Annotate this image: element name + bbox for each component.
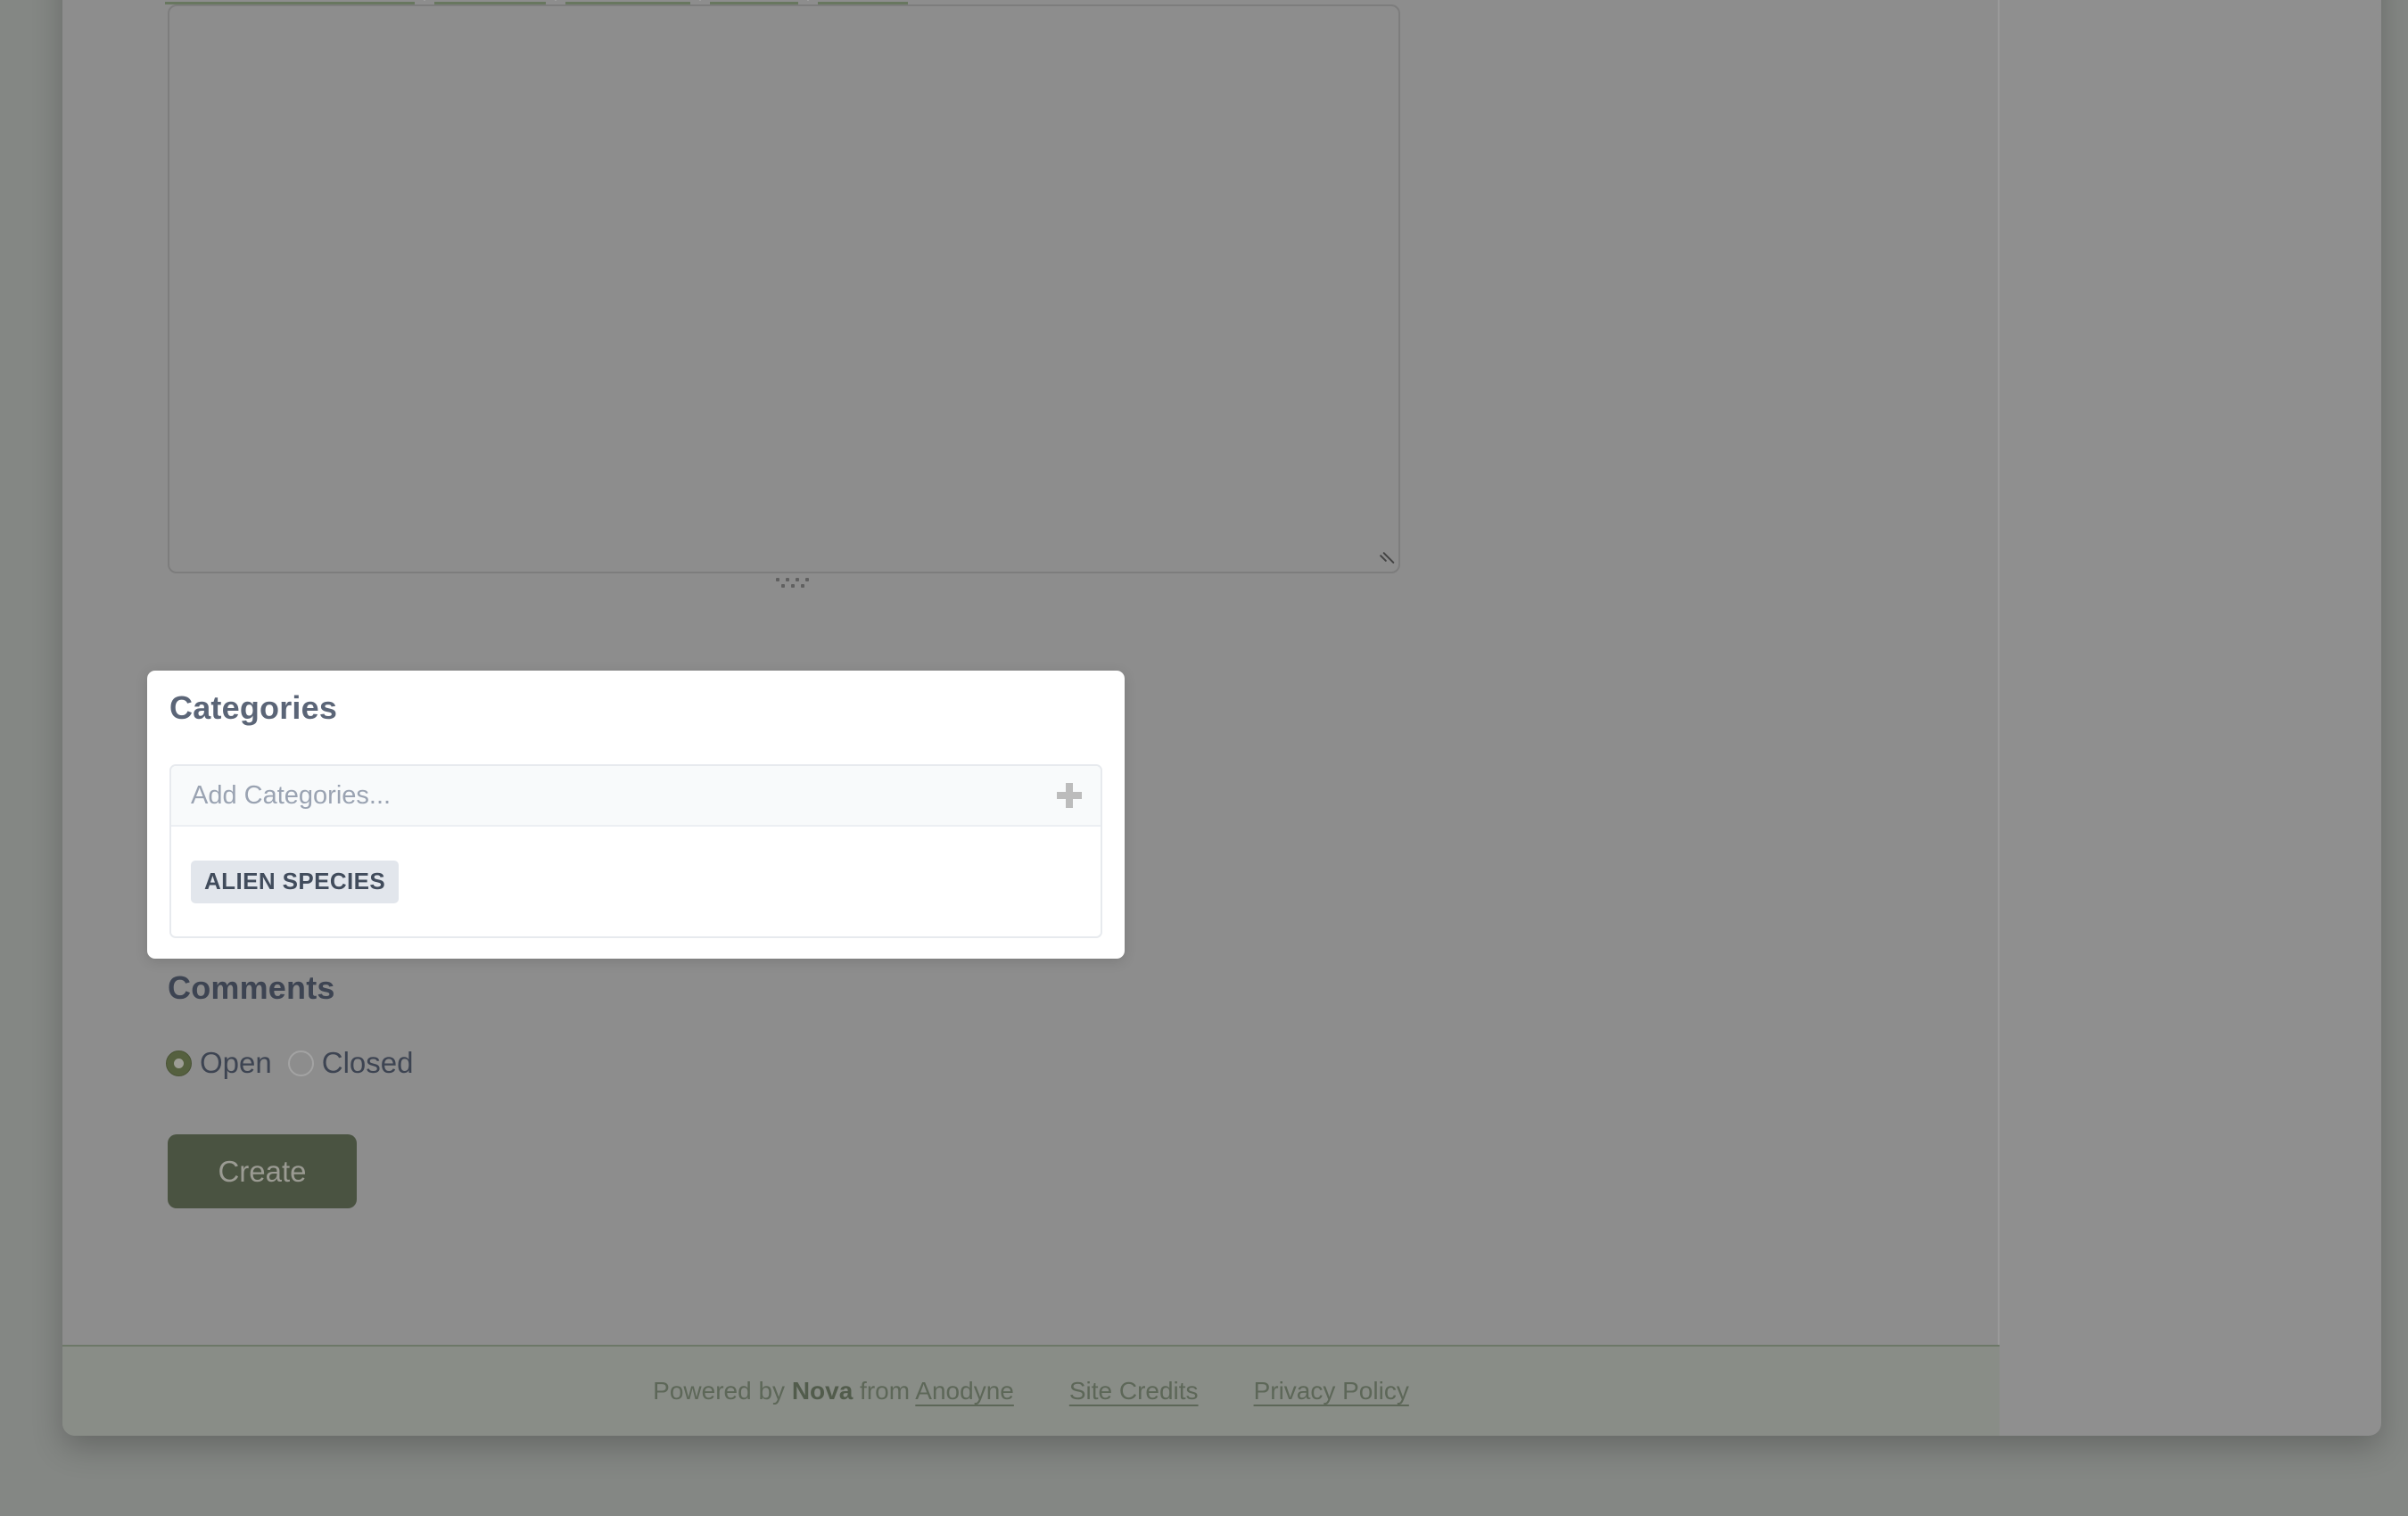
radio-option-closed[interactable]: Closed <box>287 1046 430 1080</box>
insert-image-icon[interactable] <box>722 0 753 3</box>
insert-link-icon[interactable] <box>755 0 786 3</box>
categories-panel-title: Categories <box>169 689 338 726</box>
site-page-shell: H1 H2 H3 H4 H5 H6 ¶ B I S <box>62 0 2381 1436</box>
create-button[interactable]: Create <box>168 1134 357 1208</box>
radio-closed-label: Closed <box>321 1046 414 1079</box>
add-categories-input[interactable] <box>171 780 1038 811</box>
site-footer: Powered by Nova from Anodyne Site Credit… <box>62 1345 2000 1436</box>
numbered-list-icon[interactable]: 1 2 3 <box>613 0 645 2</box>
toolbar-divider <box>555 0 557 1</box>
site-credits-link[interactable]: Site Credits <box>1069 1377 1199 1405</box>
powered-by-text: Powered by Nova from Anodyne <box>653 1377 1014 1405</box>
horizontal-rule-icon[interactable] <box>647 0 678 2</box>
powered-by-prefix: Powered by <box>653 1377 792 1405</box>
body-textarea[interactable] <box>168 4 1400 573</box>
categories-field-box: ALIEN SPECIES <box>169 764 1102 938</box>
radio-option-open[interactable]: Open <box>166 1046 288 1080</box>
category-chip[interactable]: ALIEN SPECIES <box>191 860 400 903</box>
plus-icon[interactable] <box>1038 780 1101 811</box>
comments-radio-group: Open Closed <box>166 1046 429 1080</box>
brand-name: Nova <box>791 1377 854 1405</box>
categories-panel: Categories ALIEN SPECIES <box>147 671 1125 959</box>
editor-drag-handle-icon[interactable] <box>776 578 815 589</box>
body-resize-handle-icon[interactable] <box>1374 548 1394 568</box>
bullet-list-icon[interactable] <box>578 0 610 2</box>
toolbar-divider <box>699 0 702 1</box>
selected-categories-list: ALIEN SPECIES <box>171 827 1101 936</box>
radio-open-label: Open <box>200 1046 272 1079</box>
comments-heading: Comments <box>168 969 335 1006</box>
add-categories-row <box>171 766 1101 827</box>
toolbar-divider <box>423 0 425 1</box>
powered-by-middle: from <box>853 1377 916 1405</box>
anodyne-link[interactable]: Anodyne <box>915 1377 1014 1405</box>
radio-closed-indicator[interactable] <box>287 1050 314 1076</box>
source-code-icon[interactable]: <> <box>830 0 862 3</box>
radio-open-indicator[interactable] <box>166 1050 192 1076</box>
privacy-policy-link[interactable]: Privacy Policy <box>1254 1377 1409 1405</box>
check-icon[interactable] <box>865 0 895 3</box>
toolbar-divider <box>807 0 810 1</box>
